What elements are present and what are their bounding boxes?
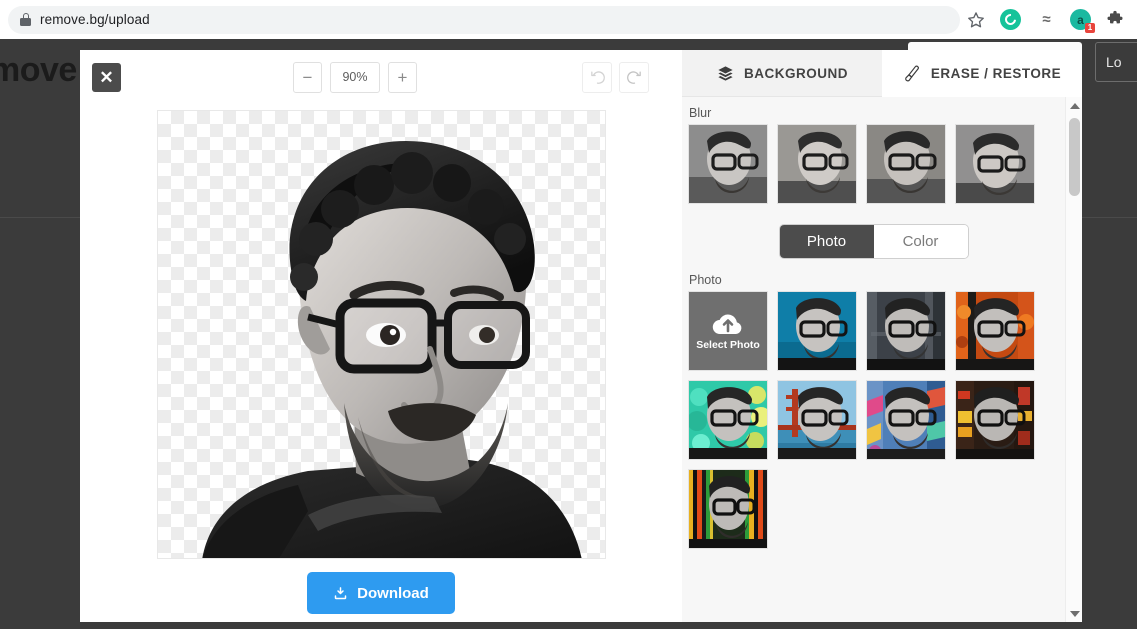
blur-section-label: Blur bbox=[689, 106, 712, 120]
scrollbar-thumb[interactable] bbox=[1069, 118, 1080, 196]
select-photo-button[interactable]: Select Photo bbox=[688, 291, 768, 371]
download-icon bbox=[334, 586, 347, 599]
zoom-controls: − 90% + bbox=[293, 62, 417, 93]
redo-button[interactable] bbox=[619, 62, 649, 93]
squiggle-extension-icon[interactable]: ≈ bbox=[1035, 9, 1056, 30]
url-text: remove.bg/upload bbox=[40, 12, 150, 27]
scroll-up-arrow[interactable] bbox=[1066, 97, 1082, 114]
blur-thumb-3[interactable] bbox=[866, 124, 946, 204]
photo-thumb-autumn-orange[interactable] bbox=[955, 291, 1035, 371]
download-button[interactable]: Download bbox=[307, 572, 455, 614]
photo-section-label: Photo bbox=[689, 273, 722, 287]
blur-thumb-1[interactable] bbox=[688, 124, 768, 204]
layers-icon bbox=[718, 65, 733, 81]
lock-icon bbox=[20, 13, 31, 26]
toggle-color-button[interactable]: Color bbox=[873, 225, 968, 258]
options-scroll-area: Blur Photo Color Photo Select Photo bbox=[682, 97, 1065, 622]
scroll-down-arrow[interactable] bbox=[1066, 605, 1082, 622]
download-label: Download bbox=[357, 584, 429, 602]
site-logo[interactable]: move bbox=[0, 51, 77, 90]
grammarly-extension-icon[interactable] bbox=[1000, 9, 1021, 30]
canvas-pane: ✕ − 90% + Download bbox=[80, 50, 682, 622]
editor-modal: ✕ − 90% + Download BACKGROUND ERASE / RE… bbox=[80, 50, 1082, 622]
options-scrollbar[interactable] bbox=[1065, 97, 1082, 622]
redo-icon bbox=[626, 71, 641, 84]
extension-badge-count: 1 bbox=[1085, 23, 1095, 33]
photo-thumb-teal-bokeh[interactable] bbox=[688, 380, 768, 460]
address-bar[interactable]: remove.bg/upload bbox=[8, 5, 960, 34]
zoom-level-display[interactable]: 90% bbox=[330, 62, 380, 93]
tab-erase-restore[interactable]: ERASE / RESTORE bbox=[882, 50, 1082, 97]
options-pane: BACKGROUND ERASE / RESTORE Blur Photo Co… bbox=[682, 50, 1082, 622]
panel-tabs: BACKGROUND ERASE / RESTORE bbox=[682, 50, 1082, 97]
portrait-image bbox=[202, 141, 582, 558]
browser-action-icons: ≈ a 1 bbox=[960, 9, 1137, 33]
blur-thumb-2[interactable] bbox=[777, 124, 857, 204]
tab-background[interactable]: BACKGROUND bbox=[682, 50, 882, 97]
select-photo-label: Select Photo bbox=[696, 339, 760, 351]
photo-thumb-urban-alley[interactable] bbox=[866, 291, 946, 371]
brush-icon bbox=[905, 65, 919, 81]
cloud-upload-icon bbox=[712, 314, 742, 335]
blur-thumb-4[interactable] bbox=[955, 124, 1035, 204]
tab-background-label: BACKGROUND bbox=[744, 65, 848, 81]
photo-thumb-golden-gate[interactable] bbox=[777, 380, 857, 460]
tab-erase-restore-label: ERASE / RESTORE bbox=[930, 65, 1062, 81]
login-button[interactable]: Lo bbox=[1095, 42, 1137, 82]
photo-thumb-color-stripes[interactable] bbox=[688, 469, 768, 549]
zoom-in-button[interactable]: + bbox=[388, 62, 417, 93]
photo-thumb-neon-street[interactable] bbox=[955, 380, 1035, 460]
undo-icon bbox=[590, 71, 605, 84]
history-controls bbox=[582, 62, 649, 93]
download-area: Download bbox=[80, 572, 682, 614]
photo-thumb-blue-studio[interactable] bbox=[777, 291, 857, 371]
photo-thumb-graffiti-wall[interactable] bbox=[866, 380, 946, 460]
star-icon[interactable] bbox=[966, 10, 986, 30]
badged-extension-icon[interactable]: a 1 bbox=[1070, 9, 1095, 33]
photo-thumbnail-grid: Select Photo bbox=[688, 291, 1059, 549]
blur-thumbnail-grid bbox=[688, 124, 1059, 204]
extension-glyph: a bbox=[1077, 12, 1084, 27]
puzzle-extensions-icon[interactable] bbox=[1105, 10, 1125, 30]
zoom-out-button[interactable]: − bbox=[293, 62, 322, 93]
browser-toolbar: remove.bg/upload ≈ a 1 bbox=[0, 0, 1137, 39]
close-button[interactable]: ✕ bbox=[92, 63, 121, 92]
toggle-photo-button[interactable]: Photo bbox=[779, 225, 874, 258]
editor-toolbar: ✕ − 90% + bbox=[80, 50, 682, 105]
photo-color-toggle: Photo Color bbox=[688, 224, 1059, 259]
undo-button[interactable] bbox=[582, 62, 612, 93]
image-canvas[interactable] bbox=[157, 110, 606, 559]
